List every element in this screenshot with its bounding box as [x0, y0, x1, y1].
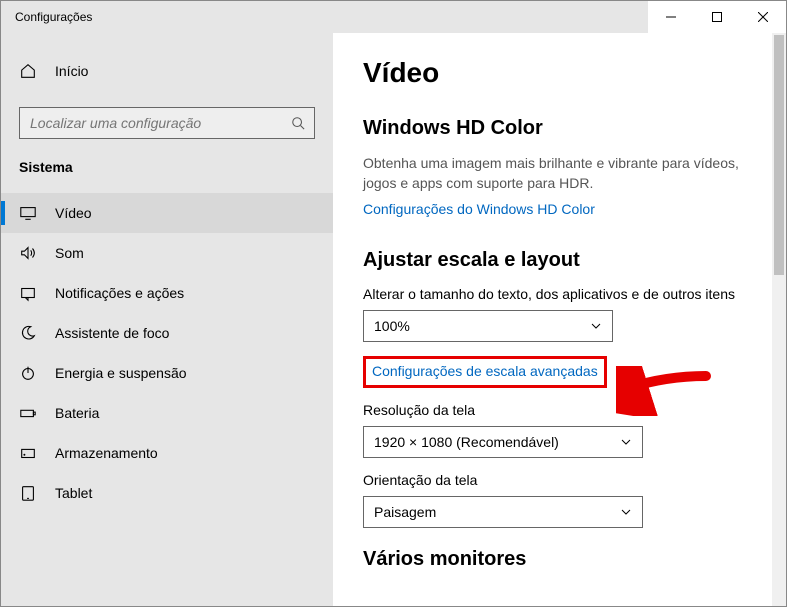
tablet-icon	[19, 484, 37, 502]
home-nav[interactable]: Início	[1, 53, 333, 89]
maximize-button[interactable]	[694, 1, 740, 33]
sidebar-item-notifications[interactable]: Notificações e ações	[1, 273, 333, 313]
sidebar-item-storage[interactable]: Armazenamento	[1, 433, 333, 473]
scrollbar-thumb[interactable]	[774, 35, 784, 275]
sidebar-item-label: Som	[55, 245, 84, 261]
search-icon	[282, 116, 314, 130]
sidebar-item-label: Notificações e ações	[55, 285, 184, 301]
chevron-down-icon	[620, 436, 632, 448]
sidebar-item-label: Assistente de foco	[55, 325, 169, 341]
scrollbar[interactable]	[772, 33, 786, 606]
sound-icon	[19, 244, 37, 262]
scale-size-combo[interactable]: 100%	[363, 310, 613, 342]
window-title: Configurações	[1, 10, 648, 24]
sidebar-item-label: Tablet	[55, 485, 92, 501]
sidebar-item-tablet[interactable]: Tablet	[1, 473, 333, 513]
sidebar-item-focus[interactable]: Assistente de foco	[1, 313, 333, 353]
orientation-label: Orientação da tela	[363, 472, 743, 488]
orientation-value: Paisagem	[374, 504, 436, 520]
annotation-highlight: Configurações de escala avançadas	[363, 356, 607, 388]
sidebar-item-sound[interactable]: Som	[1, 233, 333, 273]
scale-heading: Ajustar escala e layout	[363, 249, 743, 272]
hd-color-desc: Obtenha uma imagem mais brilhante e vibr…	[363, 154, 743, 193]
sidebar-item-label: Energia e suspensão	[55, 365, 187, 381]
sidebar-item-label: Bateria	[55, 405, 99, 421]
sidebar: Início Sistema Vídeo Som	[1, 33, 333, 606]
search-input[interactable]	[20, 115, 282, 131]
hd-color-heading: Windows HD Color	[363, 117, 743, 140]
multi-monitor-heading: Vários monitores	[363, 548, 743, 571]
scale-size-label: Alterar o tamanho do texto, dos aplicati…	[363, 286, 743, 302]
advanced-scaling-link[interactable]: Configurações de escala avançadas	[372, 363, 598, 379]
sidebar-item-label: Vídeo	[55, 205, 92, 221]
storage-icon	[19, 444, 37, 462]
sidebar-item-label: Armazenamento	[55, 445, 158, 461]
home-icon	[19, 62, 37, 80]
notification-icon	[19, 284, 37, 302]
sidebar-item-power[interactable]: Energia e suspensão	[1, 353, 333, 393]
chevron-down-icon	[590, 320, 602, 332]
monitor-icon	[19, 204, 37, 222]
sidebar-item-video[interactable]: Vídeo	[1, 193, 333, 233]
content-pane: Vídeo Windows HD Color Obtenha uma image…	[333, 33, 786, 606]
titlebar: Configurações	[1, 1, 786, 33]
power-icon	[19, 364, 37, 382]
home-label: Início	[55, 63, 88, 79]
moon-icon	[19, 324, 37, 342]
close-button[interactable]	[740, 1, 786, 33]
search-box[interactable]	[19, 107, 315, 139]
orientation-combo[interactable]: Paisagem	[363, 496, 643, 528]
page-title: Vídeo	[363, 57, 743, 89]
resolution-label: Resolução da tela	[363, 402, 743, 418]
battery-icon	[19, 404, 37, 422]
hd-color-link[interactable]: Configurações do Windows HD Color	[363, 201, 595, 217]
resolution-combo[interactable]: 1920 × 1080 (Recomendável)	[363, 426, 643, 458]
resolution-value: 1920 × 1080 (Recomendável)	[374, 434, 559, 450]
chevron-down-icon	[620, 506, 632, 518]
scale-size-value: 100%	[374, 318, 410, 334]
section-label: Sistema	[1, 159, 333, 193]
minimize-button[interactable]	[648, 1, 694, 33]
sidebar-item-battery[interactable]: Bateria	[1, 393, 333, 433]
